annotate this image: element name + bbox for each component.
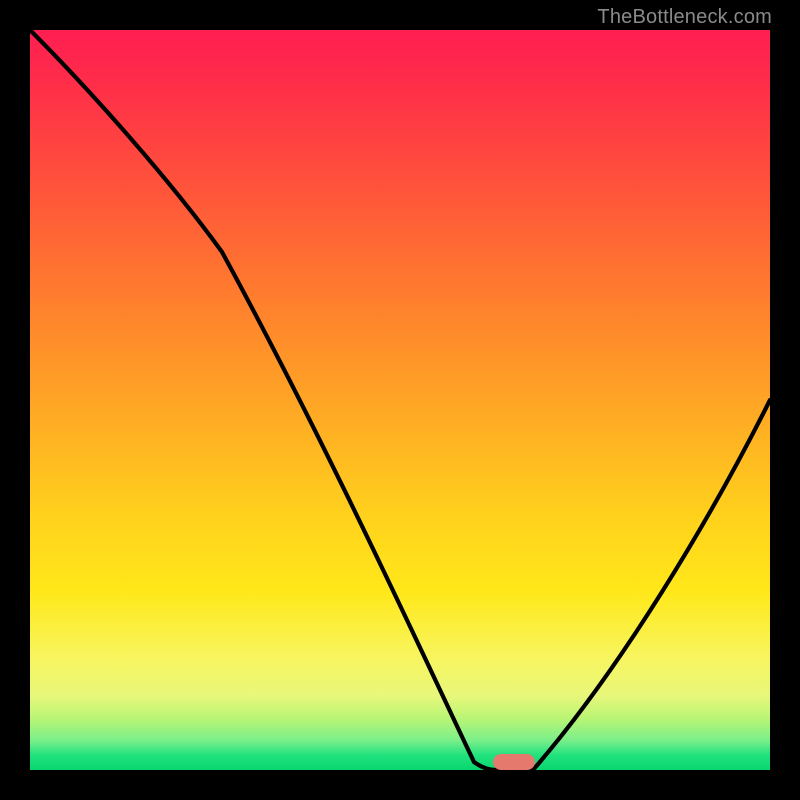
watermark-text: TheBottleneck.com bbox=[597, 6, 772, 29]
optimum-marker bbox=[493, 754, 535, 770]
plot-area bbox=[30, 30, 770, 770]
chart-frame: TheBottleneck.com bbox=[0, 0, 800, 800]
bottleneck-curve bbox=[30, 30, 770, 770]
